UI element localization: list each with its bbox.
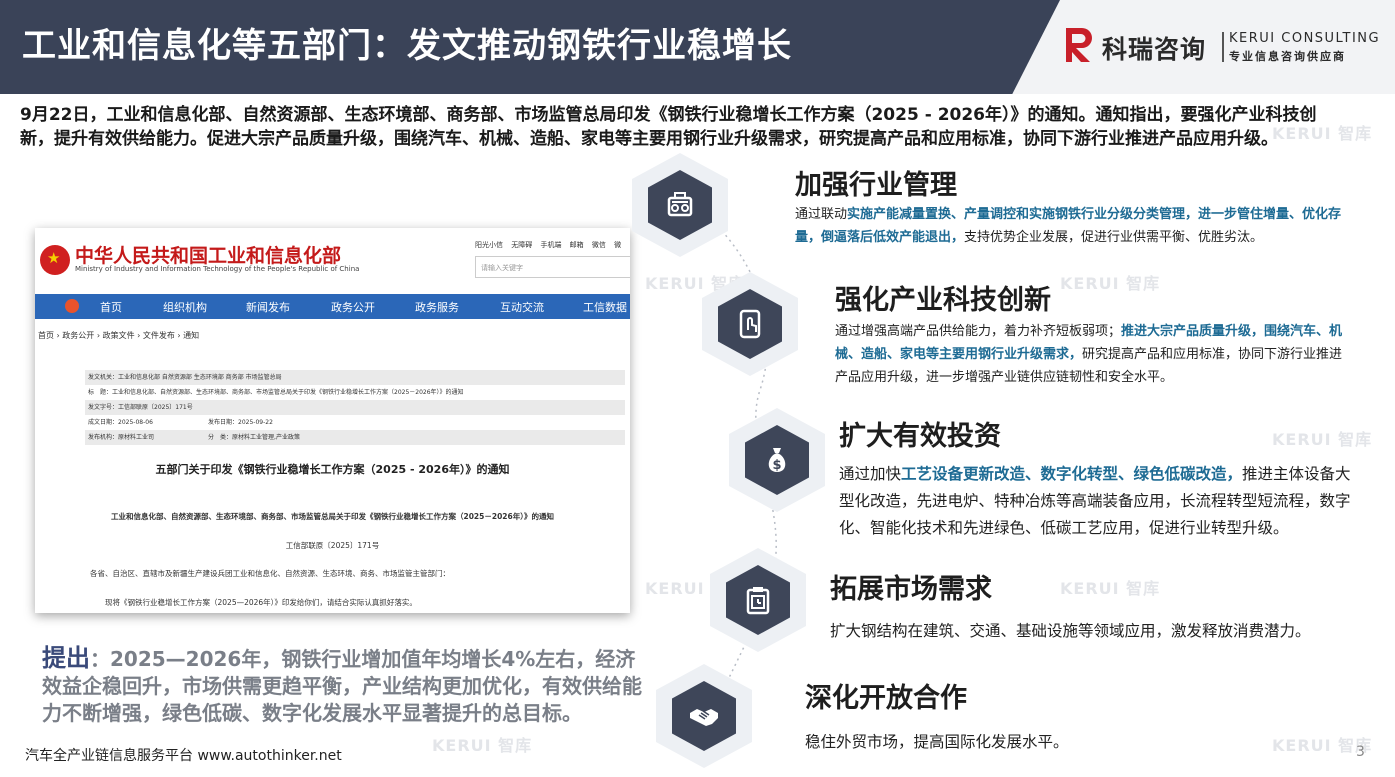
section-title: 深化开放合作 <box>805 683 967 714</box>
section-title: 扩大有效投资 <box>839 421 1001 452</box>
section-title: 强化产业科技创新 <box>835 285 1051 316</box>
section-text: 通过加快工艺设备更新改造、数字化转型、绿色低碳改造，推进主体设备大型化改造，先进… <box>839 461 1359 542</box>
page-number: 3 <box>1356 744 1365 760</box>
section-text-lead: 通过联动 <box>795 207 848 222</box>
section-text: 扩大钢结构在建筑、交通、基础设施等领域应用，激发释放消费潜力。 <box>830 622 1311 640</box>
svg-text:$: $ <box>772 458 781 473</box>
clipboard-clock-icon <box>746 587 770 615</box>
footer-source: 汽车全产业链信息服务平台 www.autothinker.net <box>25 748 342 764</box>
radio-icon <box>667 192 693 217</box>
handshake-icon <box>690 709 718 726</box>
section-text: 通过联动实施产能减量置换、产量调控和实施钢铁行业分级分类管理，进一步管住增量、优… <box>795 203 1355 249</box>
section-text-highlight: 工艺设备更新改造、数字化转型、绿色低碳改造， <box>901 465 1243 483</box>
section-text-lead: 通过增强高端产品供给能力，着力补齐短板弱项； <box>835 324 1122 339</box>
touch-tablet-icon <box>739 309 761 339</box>
money-bag-icon: $ <box>768 448 786 473</box>
section-title: 拓展市场需求 <box>830 574 992 605</box>
section-text: 稳住外贸市场，提高国际化发展水平。 <box>805 733 1069 751</box>
section-text: 通过增强高端产品供给能力，着力补齐短板弱项；推进大宗产品质量升级，围绕汽车、机械… <box>835 320 1350 389</box>
section-text-tail: 支持优势企业发展，促进行业供需平衡、优胜劣汰。 <box>964 230 1264 245</box>
section-text-lead: 通过加快 <box>839 465 902 483</box>
section-title: 加强行业管理 <box>795 170 957 201</box>
